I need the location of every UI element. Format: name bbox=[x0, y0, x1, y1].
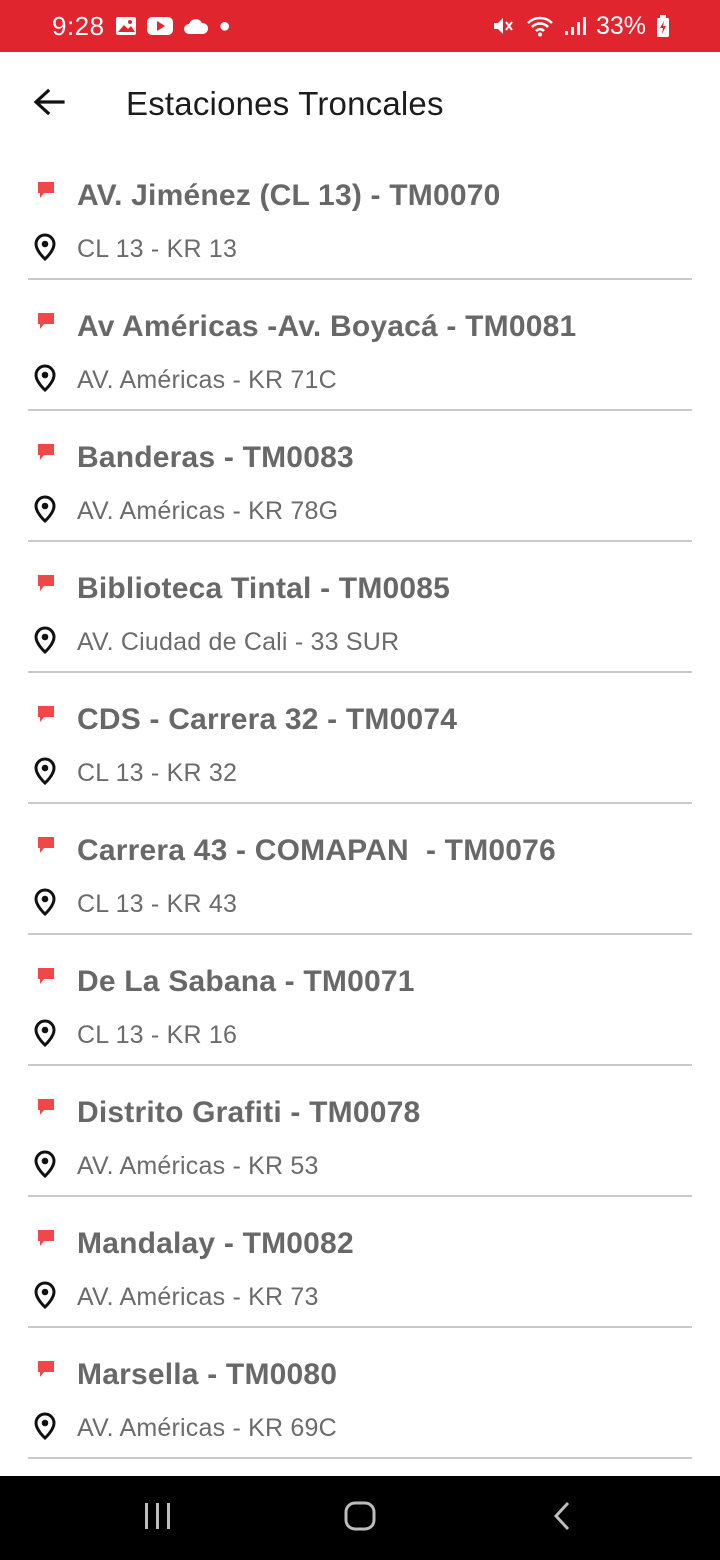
station-name-row: AV. Jiménez (CL 13) - TM0070 bbox=[28, 179, 501, 213]
station-address: AV. Ciudad de Cali - 33 SUR bbox=[77, 628, 400, 656]
station-address: AV. Américas - KR 71C bbox=[77, 366, 337, 394]
app-bar: Estaciones Troncales bbox=[0, 52, 720, 156]
station-item[interactable]: Carrera 43 - COMAPAN - TM0076 CL 13 - KR… bbox=[0, 804, 720, 935]
location-pin-icon bbox=[33, 626, 57, 659]
location-pin-icon bbox=[33, 1019, 57, 1052]
signal-icon bbox=[564, 16, 586, 36]
station-address-row: AV. Américas - KR 69C bbox=[33, 1412, 337, 1445]
station-address: AV. Américas - KR 69C bbox=[77, 1414, 337, 1442]
home-button[interactable] bbox=[320, 1476, 400, 1560]
station-name-row: Carrera 43 - COMAPAN - TM0076 bbox=[28, 834, 556, 868]
station-name: Biblioteca Tintal - TM0085 bbox=[77, 572, 451, 605]
station-name-row: Banderas - TM0083 bbox=[28, 441, 354, 475]
station-address-row: CL 13 - KR 16 bbox=[33, 1019, 237, 1052]
station-address-row: AV. Américas - KR 71C bbox=[33, 364, 337, 397]
station-item[interactable]: Av Américas -Av. Boyacá - TM0081 AV. Amé… bbox=[0, 280, 720, 411]
location-pin-icon bbox=[33, 1150, 57, 1183]
mute-icon bbox=[492, 15, 516, 37]
flag-icon bbox=[28, 1099, 56, 1122]
navigation-bar bbox=[0, 1476, 720, 1560]
station-address-row: AV. Américas - KR 53 bbox=[33, 1150, 319, 1183]
location-pin-icon bbox=[33, 1281, 57, 1314]
flag-icon bbox=[28, 444, 56, 467]
home-icon bbox=[343, 1500, 377, 1537]
station-address-row: AV. Ciudad de Cali - 33 SUR bbox=[33, 626, 399, 659]
station-item[interactable]: Banderas - TM0083 AV. Américas - KR 78G bbox=[0, 411, 720, 542]
station-address: AV. Américas - KR 78G bbox=[77, 497, 339, 525]
station-name: Mandalay - TM0082 bbox=[77, 1227, 354, 1260]
station-name-row: Biblioteca Tintal - TM0085 bbox=[28, 572, 450, 606]
station-name-row: CDS - Carrera 32 - TM0074 bbox=[28, 703, 457, 737]
station-name: CDS - Carrera 32 - TM0074 bbox=[77, 703, 458, 736]
station-address: CL 13 - KR 13 bbox=[77, 235, 238, 263]
station-name-row: Marsella - TM0080 bbox=[28, 1358, 337, 1392]
station-item[interactable]: CDS - Carrera 32 - TM0074 CL 13 - KR 32 bbox=[0, 673, 720, 804]
station-address-row: CL 13 - KR 13 bbox=[33, 233, 237, 266]
station-name: Distrito Grafiti - TM0078 bbox=[77, 1096, 421, 1129]
cloud-icon bbox=[183, 17, 209, 35]
station-address: AV. Américas - KR 53 bbox=[77, 1152, 319, 1180]
station-address: CL 13 - KR 32 bbox=[77, 759, 238, 787]
location-pin-icon bbox=[33, 495, 57, 528]
flag-icon bbox=[28, 706, 56, 729]
station-item[interactable]: AV. Jiménez (CL 13) - TM0070 CL 13 - KR … bbox=[0, 149, 720, 280]
flag-icon bbox=[28, 968, 56, 991]
location-pin-icon bbox=[33, 364, 57, 397]
station-list: AV. Jiménez (CL 13) - TM0070 CL 13 - KR … bbox=[0, 149, 720, 1459]
recent-apps-button[interactable] bbox=[118, 1476, 198, 1560]
location-pin-icon bbox=[33, 1412, 57, 1445]
status-bar-right: 33% bbox=[492, 12, 670, 41]
flag-icon bbox=[28, 313, 56, 336]
station-address-row: CL 13 - KR 32 bbox=[33, 757, 237, 790]
flag-icon bbox=[28, 837, 56, 860]
recent-apps-icon bbox=[143, 1502, 173, 1535]
flag-icon bbox=[28, 1230, 56, 1253]
flag-icon bbox=[28, 1361, 56, 1384]
station-address: AV. Américas - KR 73 bbox=[77, 1283, 319, 1311]
station-address-row: AV. Américas - KR 78G bbox=[33, 495, 338, 528]
location-pin-icon bbox=[33, 233, 57, 266]
station-name-row: De La Sabana - TM0071 bbox=[28, 965, 415, 999]
station-address: CL 13 - KR 16 bbox=[77, 1021, 238, 1049]
station-item[interactable]: De La Sabana - TM0071 CL 13 - KR 16 bbox=[0, 935, 720, 1066]
gallery-icon bbox=[115, 16, 137, 36]
divider bbox=[28, 1457, 692, 1459]
status-bar-left: 9:28 ● bbox=[52, 11, 231, 42]
page-title: Estaciones Troncales bbox=[126, 85, 444, 122]
station-name: De La Sabana - TM0071 bbox=[77, 965, 415, 998]
wifi-icon bbox=[526, 15, 554, 37]
arrow-left-icon bbox=[33, 88, 65, 121]
battery-charging-icon bbox=[656, 15, 670, 37]
station-name: Av Américas -Av. Boyacá - TM0081 bbox=[77, 310, 577, 343]
station-item[interactable]: Biblioteca Tintal - TM0085 AV. Ciudad de… bbox=[0, 542, 720, 673]
station-name: Carrera 43 - COMAPAN - TM0076 bbox=[77, 834, 556, 867]
station-item[interactable]: Distrito Grafiti - TM0078 AV. Américas -… bbox=[0, 1066, 720, 1197]
youtube-icon bbox=[146, 16, 173, 36]
station-name-row: Mandalay - TM0082 bbox=[28, 1227, 354, 1261]
station-address-row: AV. Américas - KR 73 bbox=[33, 1281, 319, 1314]
location-pin-icon bbox=[33, 757, 57, 790]
station-item[interactable]: Marsella - TM0080 AV. Américas - KR 69C bbox=[0, 1328, 720, 1459]
back-icon bbox=[552, 1500, 572, 1537]
system-back-button[interactable] bbox=[522, 1476, 602, 1560]
station-item[interactable]: Mandalay - TM0082 AV. Américas - KR 73 bbox=[0, 1197, 720, 1328]
flag-icon bbox=[28, 575, 56, 598]
station-address: CL 13 - KR 43 bbox=[77, 890, 238, 918]
location-pin-icon bbox=[33, 888, 57, 921]
back-button[interactable] bbox=[21, 76, 77, 132]
status-bar: 9:28 ● 33% bbox=[0, 0, 720, 52]
status-time: 9:28 bbox=[52, 10, 105, 41]
station-address-row: CL 13 - KR 43 bbox=[33, 888, 237, 921]
station-name: Marsella - TM0080 bbox=[77, 1358, 338, 1391]
notification-dot: ● bbox=[218, 15, 231, 37]
station-name: Banderas - TM0083 bbox=[77, 441, 354, 474]
station-name-row: Distrito Grafiti - TM0078 bbox=[28, 1096, 420, 1130]
battery-percent: 33% bbox=[595, 11, 646, 40]
flag-icon bbox=[28, 182, 56, 205]
station-name-row: Av Américas -Av. Boyacá - TM0081 bbox=[28, 310, 576, 344]
station-name: AV. Jiménez (CL 13) - TM0070 bbox=[77, 179, 501, 212]
